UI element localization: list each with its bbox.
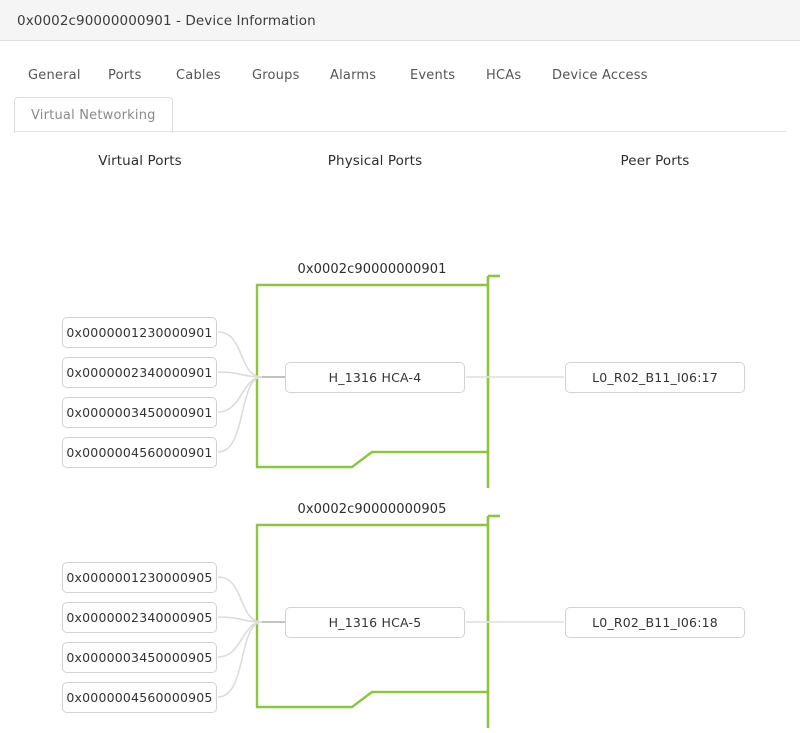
physical-port-node[interactable]: H_1316 HCA-4 xyxy=(285,362,465,393)
primary-tab-row: General Ports Cables Groups Alarms Event… xyxy=(0,56,800,96)
virtual-port-node[interactable]: 0x0000001230000901 xyxy=(62,317,217,348)
column-header-virtual-ports: Virtual Ports xyxy=(40,153,240,169)
tab-groups[interactable]: Groups xyxy=(252,56,300,96)
column-header-physical-ports: Physical Ports xyxy=(275,153,475,169)
group-caption-2: 0x0002c90000000905 xyxy=(256,502,488,517)
secondary-tab-row: Virtual Networking xyxy=(0,97,800,132)
tab-general[interactable]: General xyxy=(28,56,81,96)
tab-underline-divider xyxy=(14,131,786,132)
physical-port-node[interactable]: H_1316 HCA-5 xyxy=(285,607,465,638)
virtual-port-node[interactable]: 0x0000002340000905 xyxy=(62,602,217,633)
virtual-port-node[interactable]: 0x0000001230000905 xyxy=(62,562,217,593)
group-caption-1: 0x0002c90000000901 xyxy=(256,262,488,277)
tab-alarms[interactable]: Alarms xyxy=(330,56,376,96)
virtual-links-2 xyxy=(218,577,262,697)
virtual-networking-diagram: 0x0002c90000000901 0x0000001230000901 0x… xyxy=(0,180,800,733)
virtual-port-node[interactable]: 0x0000002340000901 xyxy=(62,357,217,388)
peer-port-node[interactable]: L0_R02_B11_I06:18 xyxy=(565,607,745,638)
virtual-port-node[interactable]: 0x0000004560000901 xyxy=(62,437,217,468)
column-header-peer-ports: Peer Ports xyxy=(555,153,755,169)
tab-hcas[interactable]: HCAs xyxy=(486,56,521,96)
virtual-port-node[interactable]: 0x0000003450000905 xyxy=(62,642,217,673)
tab-device-access[interactable]: Device Access xyxy=(552,56,648,96)
window-title: 0x0002c90000000901 - Device Information xyxy=(17,13,316,29)
tab-ports[interactable]: Ports xyxy=(108,56,142,96)
tab-bar: General Ports Cables Groups Alarms Event… xyxy=(0,42,800,132)
virtual-port-node[interactable]: 0x0000004560000905 xyxy=(62,682,217,713)
peer-port-node[interactable]: L0_R02_B11_I06:17 xyxy=(565,362,745,393)
virtual-port-node[interactable]: 0x0000003450000901 xyxy=(62,397,217,428)
window-header: 0x0002c90000000901 - Device Information xyxy=(0,0,800,41)
tab-events[interactable]: Events xyxy=(410,56,455,96)
virtual-links-1 xyxy=(218,332,262,452)
tab-virtual-networking[interactable]: Virtual Networking xyxy=(14,97,173,133)
tab-cables[interactable]: Cables xyxy=(176,56,221,96)
